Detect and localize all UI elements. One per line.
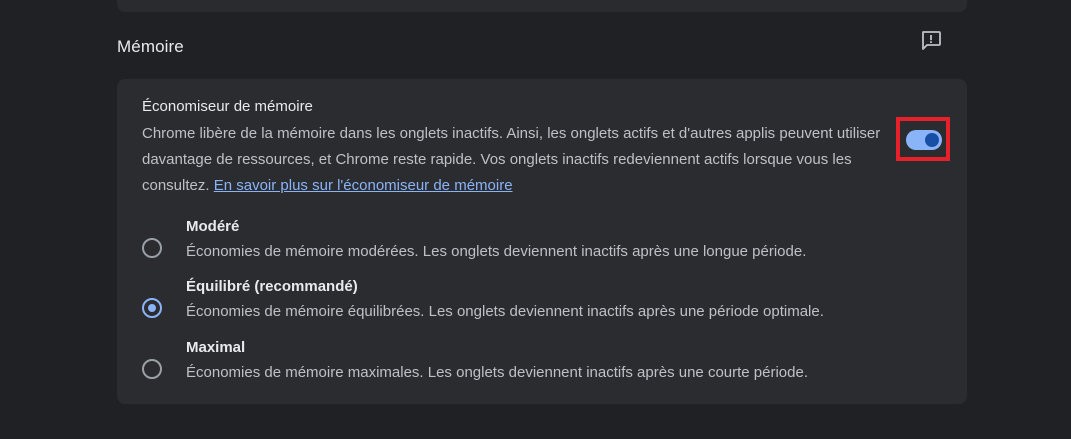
option-moderate[interactable]: Modéré Économies de mémoire modérées. Le… xyxy=(117,218,967,278)
feedback-icon xyxy=(919,29,943,58)
feedback-button[interactable] xyxy=(917,29,945,57)
option-title: Modéré xyxy=(186,218,240,235)
previous-settings-card xyxy=(117,0,967,12)
toggle-knob xyxy=(925,133,939,147)
option-maximal[interactable]: Maximal Économies de mémoire maximales. … xyxy=(117,339,967,399)
memory-settings-card: Économiseur de mémoire Chrome libère de … xyxy=(117,79,967,404)
section-title: Mémoire xyxy=(117,37,184,56)
option-title: Équilibré (recommandé) xyxy=(186,278,358,295)
memory-saver-toggle[interactable] xyxy=(906,130,942,150)
learn-more-link[interactable]: En savoir plus sur l'économiseur de mémo… xyxy=(214,177,513,194)
memory-saver-title: Économiseur de mémoire xyxy=(142,98,313,115)
radio-moderate[interactable] xyxy=(142,238,162,258)
option-description: Économies de mémoire maximales. Les ongl… xyxy=(186,364,809,381)
radio-maximal[interactable] xyxy=(142,359,162,379)
option-title: Maximal xyxy=(186,339,246,356)
option-description: Économies de mémoire modérées. Les ongle… xyxy=(186,243,807,260)
option-balanced[interactable]: Équilibré (recommandé) Économies de mémo… xyxy=(117,278,967,338)
option-description: Économies de mémoire équilibrées. Les on… xyxy=(186,303,824,320)
memory-saver-description: Chrome libère de la mémoire dans les ong… xyxy=(142,121,897,199)
radio-balanced[interactable] xyxy=(142,298,162,318)
